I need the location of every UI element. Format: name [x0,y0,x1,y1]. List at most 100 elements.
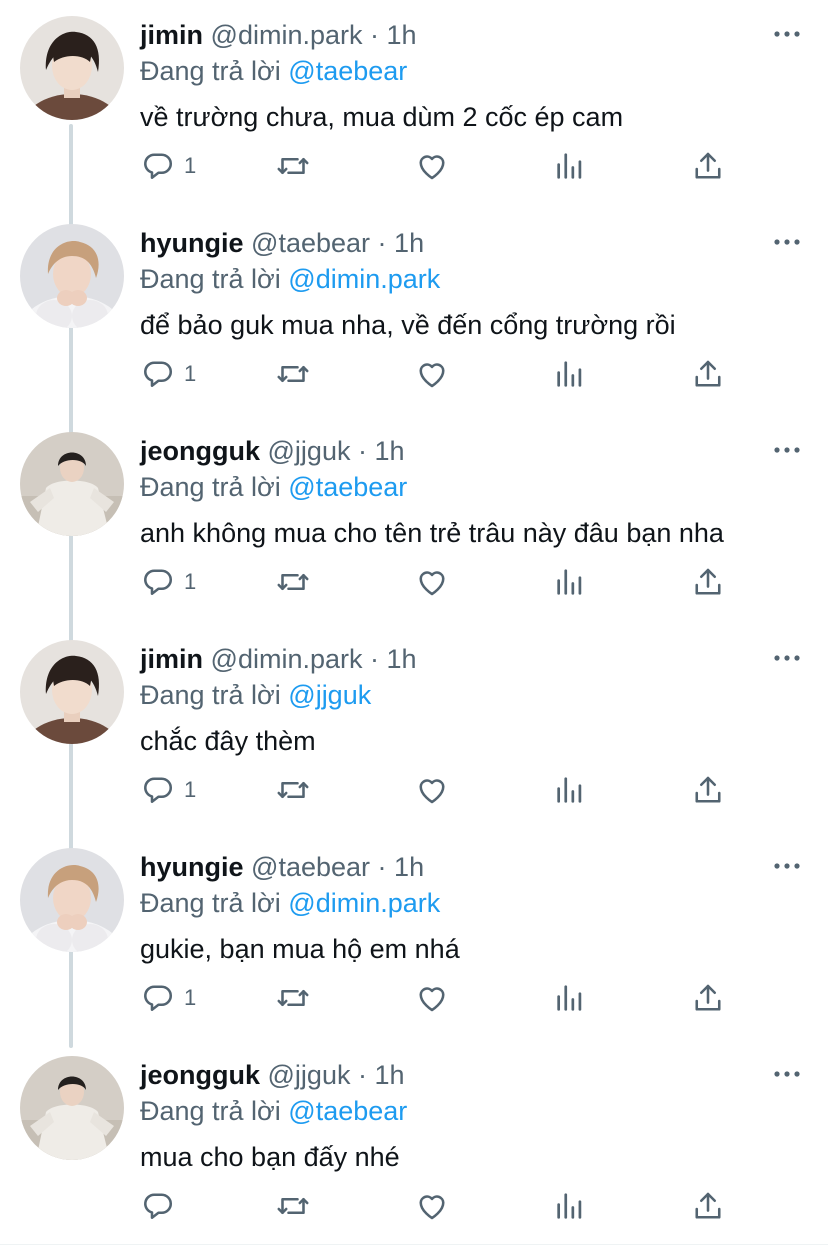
retweet-icon [274,564,312,600]
reply-button[interactable] [140,1186,184,1226]
display-name[interactable]: jeongguk [140,436,260,466]
share-button[interactable] [690,978,726,1018]
reply-button[interactable]: 1 [140,978,196,1018]
user-handle[interactable]: @dimin.park [211,644,363,674]
retweet-button[interactable] [274,1186,312,1226]
share-icon [690,772,726,808]
heart-icon [414,356,450,392]
retweet-button[interactable] [274,978,312,1018]
user-handle[interactable]: @dimin.park [211,20,363,50]
analytics-button[interactable] [553,354,587,394]
retweet-icon [274,1188,312,1224]
more-icon[interactable] [772,442,802,458]
more-icon[interactable] [772,26,802,42]
timestamp[interactable]: 1h [387,644,417,674]
user-handle[interactable]: @taebear [251,852,370,882]
tweet-text: chắc đây thèm [140,726,316,756]
reply-button[interactable]: 1 [140,770,196,810]
timestamp[interactable]: 1h [375,436,405,466]
tweet[interactable]: hyungie @taebear · 1h Đang trả lời @dimin… [0,208,828,416]
mention-link[interactable]: @taebear [288,472,407,502]
more-icon[interactable] [772,234,802,250]
display-name[interactable]: jeongguk [140,1060,260,1090]
user-handle[interactable]: @taebear [251,228,370,258]
retweet-button[interactable] [274,770,312,810]
replying-to: Đang trả lời @jjguk [140,678,371,712]
share-button[interactable] [690,1186,726,1226]
analytics-button[interactable] [553,562,587,602]
mention-link[interactable]: @taebear [288,56,407,86]
reply-count: 1 [184,777,197,802]
tweet[interactable]: jeongguk @jjguk · 1h Đang trả lời @taebea… [0,416,828,624]
retweet-button[interactable] [274,562,312,602]
analytics-button[interactable] [553,1186,587,1226]
avatar[interactable] [20,848,124,952]
tweet-header: hyungie @taebear · 1h [140,226,424,260]
timestamp[interactable]: 1h [387,20,417,50]
display-name[interactable]: jimin [140,644,203,674]
display-name[interactable]: jimin [140,20,203,50]
more-icon[interactable] [772,650,802,666]
mention-link[interactable]: @dimin.park [288,888,440,918]
mention-link[interactable]: @jjguk [288,680,371,710]
share-button[interactable] [690,562,726,602]
reply-count: 1 [184,361,197,386]
like-button[interactable] [414,146,450,186]
retweet-button[interactable] [274,146,312,186]
more-icon[interactable] [772,858,802,874]
analytics-button[interactable] [553,146,587,186]
like-button[interactable] [414,354,450,394]
timestamp[interactable]: 1h [394,228,424,258]
tweet[interactable]: jimin @dimin.park · 1h Đang trả lời @taeb… [0,0,828,208]
share-button[interactable] [690,770,726,810]
like-button[interactable] [414,1186,450,1226]
replying-to: Đang trả lời @dimin.park [140,262,440,296]
retweet-button[interactable] [274,354,312,394]
mention-link[interactable]: @dimin.park [288,264,440,294]
mention-link[interactable]: @taebear [288,1096,407,1126]
replying-prefix: Đang trả lời [140,264,281,294]
tweet-header: hyungie @taebear · 1h [140,850,424,884]
avatar[interactable] [20,1056,124,1160]
separator-dot: · [357,1060,367,1090]
replying-to: Đang trả lời @taebear [140,1094,407,1128]
reply-icon [140,356,176,392]
more-icon[interactable] [772,1066,802,1082]
like-button[interactable] [414,978,450,1018]
avatar[interactable] [20,224,124,328]
reply-button[interactable]: 1 [140,562,196,602]
reply-icon [140,980,176,1016]
tweet[interactable]: hyungie @taebear · 1h Đang trả lời @dimin… [0,832,828,1040]
analytics-icon [553,980,587,1016]
analytics-button[interactable] [553,770,587,810]
tweet-text: mua cho bạn đấy nhé [140,1142,400,1172]
share-button[interactable] [690,146,726,186]
user-handle[interactable]: @jjguk [268,436,351,466]
analytics-icon [553,564,587,600]
timestamp[interactable]: 1h [375,1060,405,1090]
tweet-header: jeongguk @jjguk · 1h [140,1058,405,1092]
user-handle[interactable]: @jjguk [268,1060,351,1090]
tweet-text: anh không mua cho tên trẻ trâu này đâu b… [140,518,724,548]
tweet[interactable]: jimin @dimin.park · 1h Đang trả lời @jjgu… [0,624,828,832]
avatar[interactable] [20,16,124,120]
replying-to: Đang trả lời @dimin.park [140,886,440,920]
replying-to: Đang trả lời @taebear [140,470,407,504]
analytics-button[interactable] [553,978,587,1018]
timestamp[interactable]: 1h [394,852,424,882]
share-button[interactable] [690,354,726,394]
reply-button[interactable]: 1 [140,354,196,394]
separator-dot: · [370,20,380,50]
tweet-text: để bảo guk mua nha, về đến cổng trường r… [140,310,676,340]
like-button[interactable] [414,770,450,810]
avatar[interactable] [20,432,124,536]
display-name[interactable]: hyungie [140,852,244,882]
reply-button[interactable]: 1 [140,146,196,186]
like-button[interactable] [414,562,450,602]
avatar[interactable] [20,640,124,744]
tweet-header: jimin @dimin.park · 1h [140,18,417,52]
divider [0,1244,828,1245]
tweet[interactable]: jeongguk @jjguk · 1h Đang trả lời @taebea… [0,1040,828,1248]
display-name[interactable]: hyungie [140,228,244,258]
replying-prefix: Đang trả lời [140,56,281,86]
